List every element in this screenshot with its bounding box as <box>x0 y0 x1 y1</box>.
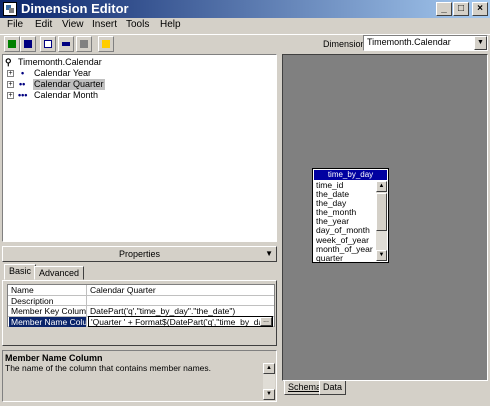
column-list[interactable]: time_id the_date the_day the_month the_y… <box>316 181 374 263</box>
column-item[interactable]: the_month <box>316 208 374 217</box>
description-text: The name of the column that contains mem… <box>5 363 211 373</box>
menu-help[interactable]: Help <box>160 19 181 30</box>
menu-bar: File Edit View Insert Tools Help <box>0 18 490 34</box>
schema-tabs: Schema Data <box>282 381 488 399</box>
menu-view[interactable]: View <box>62 19 84 30</box>
tree-item-calendar-month[interactable]: + ••• Calendar Month <box>5 90 205 101</box>
properties-tabs: Basic Advanced <box>2 264 277 280</box>
description-scrollbar[interactable]: ▲ ▼ <box>263 363 275 400</box>
tree-item-calendar-year[interactable]: + • Calendar Year <box>5 68 205 79</box>
properties-title: Properties <box>118 249 161 259</box>
property-value-text: 'Quarter ' + Format$(DatePart('q',"time_… <box>91 316 273 327</box>
close-button[interactable]: × <box>472 2 488 16</box>
tree-item-label: Calendar Month <box>34 90 99 100</box>
property-value[interactable]: Calendar Quarter <box>88 285 273 295</box>
table-scrollbar[interactable]: ▲ ▼ <box>376 181 387 261</box>
tab-basic[interactable]: Basic <box>4 264 37 280</box>
level-icon: •• <box>19 79 26 89</box>
scroll-up-icon[interactable]: ▲ <box>376 181 387 192</box>
tree-root[interactable]: ⚲ Timemonth.Calendar <box>5 57 205 68</box>
scroll-down-icon[interactable]: ▼ <box>376 250 387 261</box>
title-bar[interactable]: Dimension Editor _ □ × <box>0 0 490 18</box>
table-title: time_by_day <box>314 170 387 180</box>
level-icon: ••• <box>18 90 28 100</box>
tree-item-label: Calendar Quarter <box>33 79 105 90</box>
edit-icon[interactable] <box>4 36 20 52</box>
column-item[interactable]: week_of_year <box>316 236 374 245</box>
schema-table[interactable]: time_by_day time_id the_date the_day the… <box>312 168 389 263</box>
dimension-select-value: Timemonth.Calendar <box>367 37 451 47</box>
column-item[interactable]: month_of_year <box>316 245 374 254</box>
property-value-input[interactable]: 'Quarter ' + Format$(DatePart('q',"time_… <box>88 315 273 327</box>
tree-item-calendar-quarter[interactable]: + •• Calendar Quarter <box>5 79 205 90</box>
column-item[interactable]: the_day <box>316 199 374 208</box>
property-name: Member Name Column <box>9 316 87 327</box>
process-icon[interactable] <box>98 36 114 52</box>
window-title: Dimension Editor <box>21 1 129 16</box>
dimension-select[interactable]: Timemonth.Calendar ▼ <box>363 35 488 51</box>
menu-edit[interactable]: Edit <box>35 19 52 30</box>
scroll-down-icon[interactable]: ▼ <box>263 389 275 400</box>
property-name: Description <box>9 295 87 306</box>
menu-insert[interactable]: Insert <box>92 19 117 30</box>
view-icon[interactable] <box>40 36 56 52</box>
property-row-name[interactable]: Name Calendar Quarter <box>8 285 274 296</box>
property-name: Name <box>9 285 87 295</box>
dimension-label: Dimension: <box>323 39 369 49</box>
chevron-down-icon[interactable]: ▼ <box>474 36 487 50</box>
description-panel: Member Name Column The name of the colum… <box>2 350 277 402</box>
menu-tools[interactable]: Tools <box>126 19 149 30</box>
description-title: Member Name Column <box>5 353 103 363</box>
save-icon[interactable] <box>20 36 36 52</box>
schema-icon[interactable] <box>58 36 74 52</box>
scroll-thumb[interactable] <box>376 193 387 231</box>
property-name: Member Key Column <box>11 306 87 316</box>
tree-root-label: Timemonth.Calendar <box>18 57 102 67</box>
expand-icon[interactable]: + <box>7 70 14 77</box>
collapse-icon[interactable]: ▼ <box>265 247 273 261</box>
minimize-button[interactable]: _ <box>436 2 452 16</box>
property-row-description[interactable]: Description <box>8 295 274 306</box>
property-row-member-name[interactable]: Member Name Column 'Quarter ' + Format$(… <box>8 315 274 327</box>
property-value[interactable] <box>88 296 273 306</box>
menu-file[interactable]: File <box>7 19 23 30</box>
column-item[interactable]: quarter <box>316 254 374 263</box>
column-item[interactable]: the_year <box>316 217 374 226</box>
expand-icon[interactable]: + <box>7 92 14 99</box>
properties-panel: Name Calendar Quarter Description Member… <box>2 280 277 346</box>
column-item[interactable]: the_date <box>316 190 374 199</box>
maximize-button[interactable]: □ <box>453 2 469 16</box>
expand-icon[interactable]: + <box>7 81 14 88</box>
dimension-tree[interactable]: ⚲ Timemonth.Calendar + • Calendar Year +… <box>2 54 277 242</box>
cube-icon: ⚲ <box>5 57 12 67</box>
app-icon <box>3 2 17 16</box>
ellipsis-button[interactable]: ... <box>260 316 272 326</box>
tab-advanced[interactable]: Advanced <box>34 266 85 280</box>
property-value[interactable]: DatePart('q',"time_by_day"."the_date") <box>88 306 273 316</box>
column-item[interactable]: time_id <box>316 181 374 190</box>
tab-data[interactable]: Data <box>319 381 347 395</box>
scroll-up-icon[interactable]: ▲ <box>263 363 275 374</box>
tree-item-label: Calendar Year <box>34 68 92 78</box>
properties-icon[interactable] <box>76 36 92 52</box>
property-grid[interactable]: Name Calendar Quarter Description Member… <box>7 284 275 327</box>
properties-header[interactable]: Properties ▼ <box>2 246 277 262</box>
column-item[interactable]: day_of_month <box>316 226 374 235</box>
level-icon: • <box>21 68 25 78</box>
